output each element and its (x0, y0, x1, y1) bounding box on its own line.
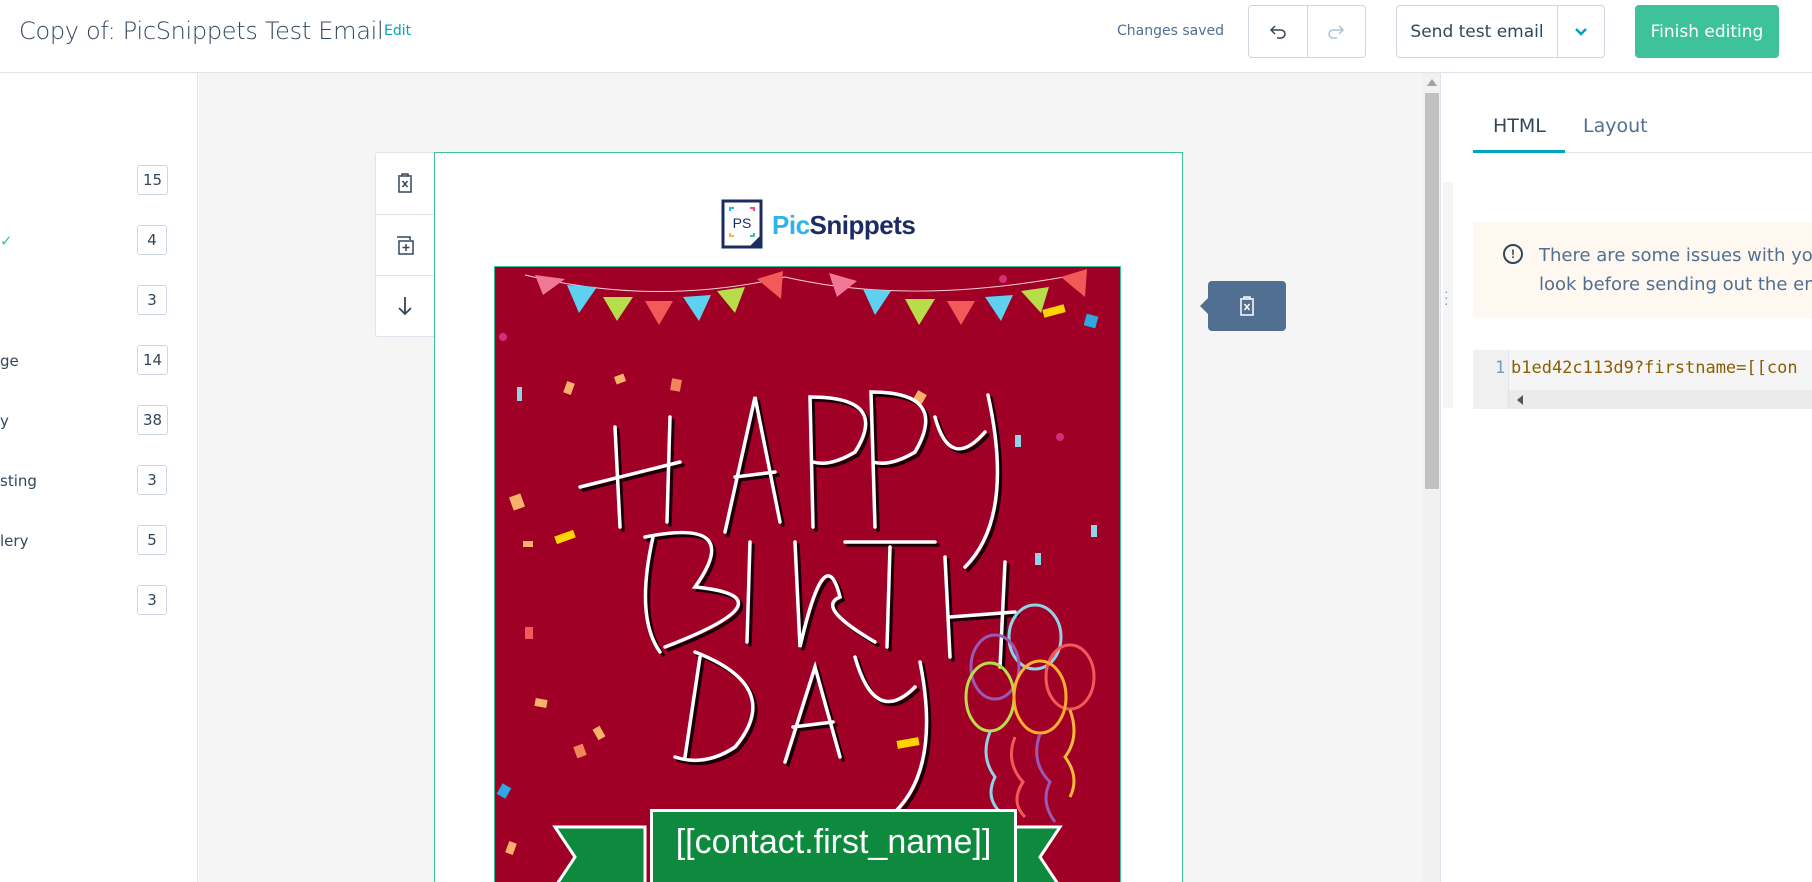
move-down-icon (398, 296, 412, 315)
tab-html[interactable]: HTML (1493, 115, 1546, 137)
panel-resize-handle[interactable]: · · · (1444, 284, 1449, 310)
sidebar-item[interactable]: sting 3 (0, 461, 198, 501)
redo-button[interactable] (1306, 6, 1366, 57)
chevron-down-icon (1575, 27, 1587, 36)
birthday-card-image[interactable]: [[contact.first_name]] (494, 266, 1121, 882)
logo-mark-icon: PS (721, 199, 766, 251)
sidebar-item[interactable]: 3 (0, 581, 198, 621)
send-test-group: Send test email (1396, 5, 1605, 58)
scroll-thumb[interactable] (1425, 93, 1439, 489)
sidebar-item-label: y (0, 412, 9, 430)
logo-mark-text: PS (733, 215, 752, 231)
picsnippets-logo[interactable]: PS PicSnippets (721, 195, 916, 255)
canvas-scrollbar[interactable] (1423, 73, 1440, 882)
finish-editing-button[interactable]: Finish editing (1635, 5, 1779, 58)
scroll-left-arrow[interactable] (1517, 395, 1523, 405)
balloons (964, 603, 1096, 823)
alert-line-1: There are some issues with you (1539, 245, 1812, 266)
delete-element-button[interactable] (1200, 281, 1286, 331)
sidebar-item[interactable]: ✓ 4 (0, 221, 198, 261)
sidebar-item-label: sting (0, 472, 37, 490)
first-name-merge-tag[interactable]: [[contact.first_name]] (650, 809, 1017, 882)
alert-line-2: look before sending out the ema (1539, 274, 1812, 295)
send-test-email-button[interactable]: Send test email (1397, 6, 1557, 57)
birthday-artwork (496, 269, 1099, 882)
delete-module-button[interactable] (376, 153, 434, 213)
undo-button[interactable] (1249, 6, 1307, 57)
send-test-dropdown[interactable] (1557, 6, 1604, 57)
top-bar: Copy of: PicSnippets Test Email Edit Cha… (0, 0, 1812, 73)
logo-wordmark-snippets: Snippets (809, 209, 916, 240)
sidebar-item-label: lery (0, 532, 29, 550)
sidebar-item-count: 3 (137, 285, 167, 315)
edit-title-link[interactable]: Edit (384, 23, 411, 39)
sidebar-item-label: ge (0, 352, 19, 370)
save-status: Changes saved (1117, 23, 1225, 39)
sidebar-item-count: 14 (137, 345, 169, 375)
sidebar-item[interactable]: lery 5 (0, 521, 198, 561)
sidebar-item-count: 3 (137, 585, 167, 615)
sidebar-item-label: ✓ (0, 232, 13, 250)
delete-module-icon (398, 173, 412, 193)
email-title: Copy of: PicSnippets Test Email (19, 17, 384, 45)
sidebar-item-count: 15 (137, 165, 169, 195)
sidebar-item[interactable]: 15 (0, 161, 198, 201)
alert-message: There are some issues with you look befo… (1539, 241, 1812, 299)
sidebar-item-count: 5 (137, 525, 167, 555)
sidebar-item-count: 4 (137, 225, 167, 255)
undo-redo-group (1248, 5, 1366, 58)
sidebar-item[interactable]: 3 (0, 281, 198, 321)
email-body: PS PicSnippets [[contact.first_name]] (434, 152, 1183, 882)
code-line[interactable]: b1ed42c113d9?firstname=[[con (1511, 358, 1798, 378)
left-sidebar: 15 ✓ 4 3 ge 14 y 38 sting 3 lery 5 3 (0, 73, 198, 882)
module-toolbar (375, 152, 435, 337)
sidebar-item-count: 3 (137, 465, 167, 495)
tab-layout[interactable]: Layout (1583, 115, 1648, 137)
sidebar-item[interactable]: y 38 (0, 401, 198, 441)
info-icon: ! (1503, 244, 1523, 264)
undo-icon (1269, 24, 1286, 39)
sidebar-item[interactable]: ge 14 (0, 341, 198, 381)
move-module-down-button[interactable] (376, 275, 434, 335)
duplicate-module-icon (397, 235, 414, 255)
scroll-up-arrow[interactable] (1427, 79, 1437, 86)
logo-wordmark: PicSnippets (772, 209, 916, 241)
html-issues-alert: ! There are some issues with you look be… (1473, 222, 1812, 318)
sidebar-item-count: 38 (137, 405, 169, 435)
right-panel (1440, 73, 1812, 882)
active-tab-indicator (1473, 150, 1565, 153)
duplicate-module-button[interactable] (376, 214, 434, 274)
redo-icon (1328, 24, 1345, 39)
delete-icon (1240, 296, 1254, 316)
panel-tabs: HTML Layout (1473, 105, 1812, 153)
html-code-editor[interactable]: 1 b1ed42c113d9?firstname=[[con (1473, 350, 1812, 409)
code-horizontal-scrollbar[interactable] (1509, 390, 1812, 409)
line-number: 1 (1495, 358, 1506, 378)
logo-wordmark-pic: Pic (772, 209, 810, 240)
